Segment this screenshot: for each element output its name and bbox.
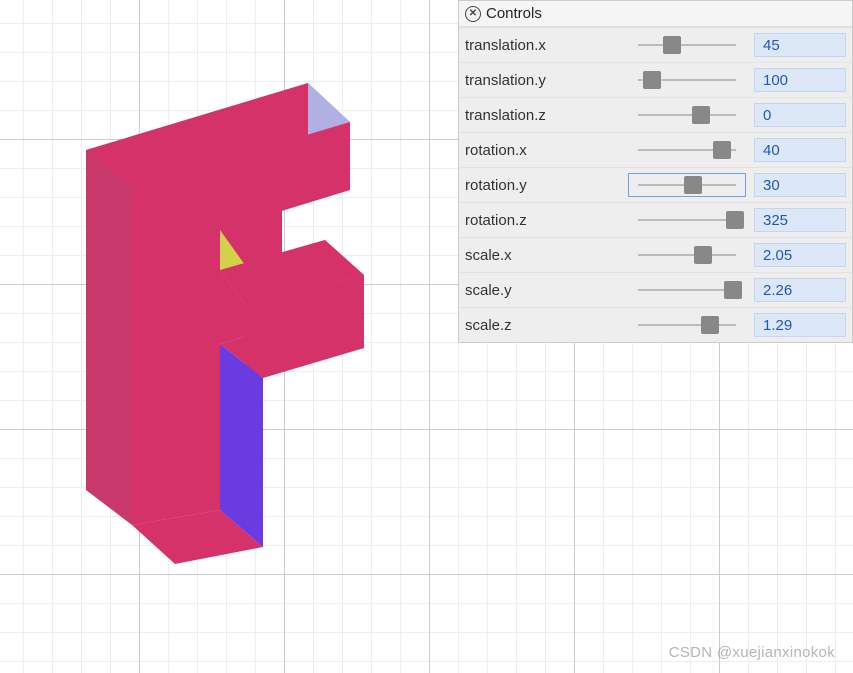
panel-title: Controls	[486, 5, 542, 22]
value-input[interactable]: 1.29	[754, 313, 846, 337]
control-row: scale.y 2.26	[459, 272, 852, 307]
slider[interactable]	[628, 138, 746, 162]
control-label: scale.y	[465, 282, 620, 299]
control-label: translation.y	[465, 72, 620, 89]
slider-track	[638, 324, 736, 326]
3d-f-shape	[50, 70, 410, 590]
slider-thumb[interactable]	[724, 281, 742, 299]
control-label: translation.z	[465, 107, 620, 124]
close-icon[interactable]: ✕	[465, 6, 481, 22]
slider[interactable]	[628, 313, 746, 337]
slider-track	[638, 254, 736, 256]
value-input[interactable]: 30	[754, 173, 846, 197]
slider-track	[638, 44, 736, 46]
control-label: rotation.z	[465, 212, 620, 229]
slider[interactable]	[628, 243, 746, 267]
control-row: rotation.x 40	[459, 132, 852, 167]
slider[interactable]	[628, 208, 746, 232]
value-input[interactable]: 0	[754, 103, 846, 127]
watermark: CSDN @xuejianxinokok	[669, 644, 835, 661]
slider-thumb[interactable]	[701, 316, 719, 334]
slider-thumb[interactable]	[692, 106, 710, 124]
slider[interactable]	[628, 173, 746, 197]
control-row: scale.z 1.29	[459, 307, 852, 342]
value-input[interactable]: 2.26	[754, 278, 846, 302]
slider-thumb[interactable]	[713, 141, 731, 159]
slider[interactable]	[628, 68, 746, 92]
controls-panel: ✕ Controls translation.x 45 translation.y 1…	[458, 0, 853, 343]
slider[interactable]	[628, 103, 746, 127]
value-input[interactable]: 40	[754, 138, 846, 162]
control-row: rotation.z 325	[459, 202, 852, 237]
slider-thumb[interactable]	[726, 211, 744, 229]
slider-track	[638, 219, 736, 221]
control-row: rotation.y 30	[459, 167, 852, 202]
control-row: translation.x 45	[459, 27, 852, 62]
slider[interactable]	[628, 33, 746, 57]
slider-thumb[interactable]	[643, 71, 661, 89]
control-row: translation.y 100	[459, 62, 852, 97]
slider-track	[638, 114, 736, 116]
value-input[interactable]: 100	[754, 68, 846, 92]
control-label: scale.x	[465, 247, 620, 264]
value-input[interactable]: 45	[754, 33, 846, 57]
panel-header: ✕ Controls	[459, 1, 852, 27]
control-label: scale.z	[465, 317, 620, 334]
control-row: translation.z 0	[459, 97, 852, 132]
control-label: rotation.y	[465, 177, 620, 194]
slider-thumb[interactable]	[694, 246, 712, 264]
slider-track	[638, 289, 736, 291]
control-label: rotation.x	[465, 142, 620, 159]
control-row: scale.x 2.05	[459, 237, 852, 272]
value-input[interactable]: 2.05	[754, 243, 846, 267]
value-input[interactable]: 325	[754, 208, 846, 232]
control-label: translation.x	[465, 37, 620, 54]
slider-thumb[interactable]	[684, 176, 702, 194]
slider[interactable]	[628, 278, 746, 302]
slider-thumb[interactable]	[663, 36, 681, 54]
